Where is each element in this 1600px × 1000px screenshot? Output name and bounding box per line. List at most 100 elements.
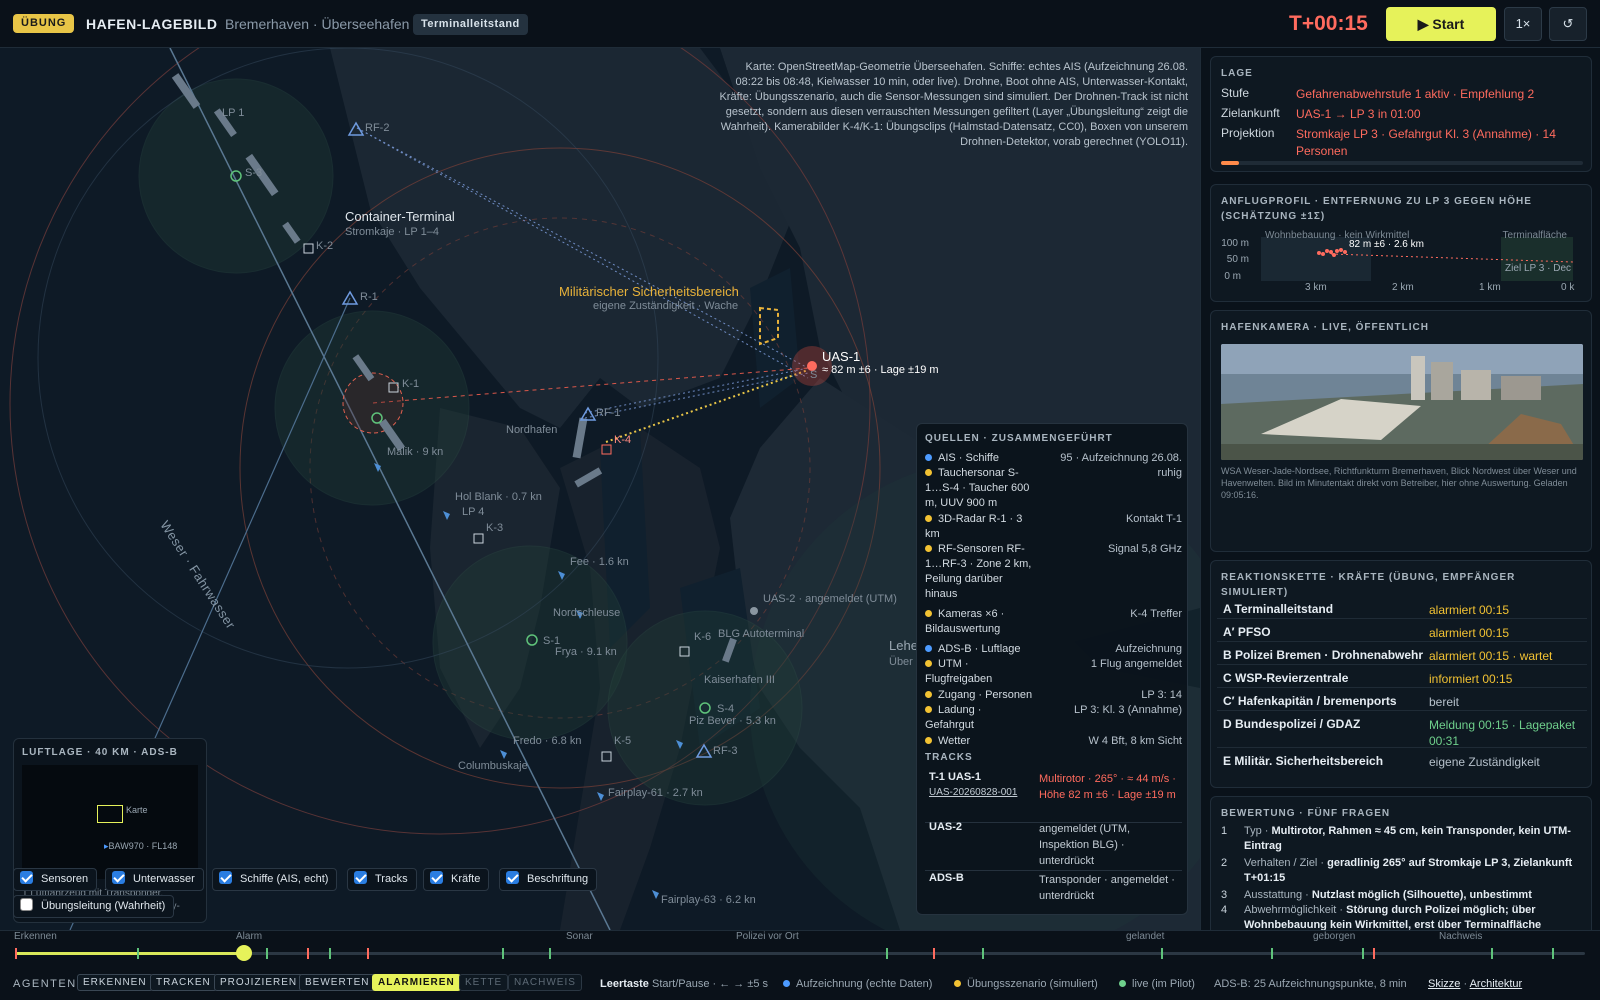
timeline-event-tick[interactable]: [548, 948, 551, 959]
timeline-alert-tick[interactable]: [933, 948, 936, 959]
checkbox-icon[interactable]: [219, 871, 232, 884]
checkbox-icon[interactable]: [20, 871, 33, 884]
link-architektur[interactable]: Architektur: [1470, 978, 1523, 990]
timeline-alert-tick[interactable]: [307, 948, 310, 959]
k2-label: K-2: [316, 240, 334, 252]
chain-row: B Polizei Bremen · Drohnenabwehr alarmier…: [1217, 642, 1587, 665]
track-row[interactable]: ADS-B Transponder · angemeldet · unterdrü…: [925, 872, 1182, 912]
rf1-label: RF-1: [596, 407, 621, 419]
ship[interactable]: [572, 417, 588, 459]
timeline-event-tick[interactable]: [266, 948, 269, 959]
timeline-event-tick[interactable]: [1490, 948, 1493, 959]
chain-status: alarmiert 00:15 · wartet: [1429, 649, 1553, 663]
chain-status: Meldung 00:15 · Lagepaket 00:31: [1429, 718, 1576, 748]
layer-toggle-uebungsleitung[interactable]: Übungsleitung (Wahrheit): [13, 895, 175, 918]
profile-target: Ziel LP 3 · Dec: [1505, 263, 1571, 274]
track-row[interactable]: UAS-2 angemeldet (UTM, Inspektion BLG) · …: [925, 821, 1182, 871]
ship-fee-label: Fee · 1.6 kn: [570, 556, 629, 568]
lehe-label: Lehe: [889, 638, 918, 653]
kaiserhafen-label: Kaiserhafen III: [704, 674, 775, 686]
s5-label: S: [810, 369, 818, 381]
checkbox-icon[interactable]: [506, 871, 519, 884]
ship-holblank-label: Hol Blank · 0.7 kn: [455, 491, 542, 503]
role-badge[interactable]: Terminalleitstand: [413, 14, 528, 35]
profile-readout: 82 m ±6 · 2.6 km: [1349, 239, 1424, 250]
timeline-event-tick[interactable]: [1362, 948, 1365, 959]
uas2-marker[interactable]: [750, 607, 758, 615]
agent-button-projizieren[interactable]: PROJIZIEREN: [214, 974, 304, 991]
uas1-label[interactable]: UAS-1: [822, 349, 860, 364]
harbor-camera-image[interactable]: [1221, 344, 1583, 460]
x-tick-3km: 3 km: [1305, 282, 1327, 293]
agent-button-erkennen[interactable]: ERKENNEN: [77, 974, 153, 991]
track-uid[interactable]: UAS-20260828-001: [929, 787, 1017, 798]
layer-toggle-unterwasser[interactable]: Unterwasser: [105, 868, 204, 891]
lage-value-stufe: Gefahrenabwehrstufe 1 aktiv · Empfehlung…: [1296, 87, 1535, 101]
ship-fredo[interactable]: [500, 750, 507, 759]
y-tick-0: 0 m: [1224, 271, 1241, 282]
timeline-event-tick[interactable]: [982, 948, 985, 959]
mil-area-sub: eigene Zuständigkeit · Wache: [593, 300, 739, 312]
source-name: Ladung · Gefahrgut: [925, 704, 982, 731]
layer-toggle-sensoren[interactable]: Sensoren: [13, 868, 98, 891]
ship-fairplay63[interactable]: [652, 890, 659, 899]
checkbox-icon[interactable]: [430, 871, 443, 884]
timeline-alert-tick[interactable]: [366, 948, 369, 959]
uas1-detail: ≈ 82 m ±6 · Lage ±19 m: [822, 364, 939, 376]
airspace-minimap[interactable]: Karte ▸BAW970 · FL148: [22, 765, 198, 879]
layer-toggle-beschriftung[interactable]: Beschriftung: [499, 868, 598, 891]
track-id: ADS-B: [929, 872, 964, 884]
timeline-event-tick[interactable]: [501, 948, 504, 959]
zone-terminal-label: Terminalfläche: [1503, 230, 1568, 241]
timeline-label-erkennen: Erkennen: [14, 931, 57, 942]
checkbox-icon[interactable]: [354, 871, 367, 884]
container-terminal-label: Container-Terminal: [345, 209, 455, 224]
timeline-label-polizei: Polizei vor Ort: [736, 931, 799, 942]
timeline-alert-tick[interactable]: [1373, 948, 1376, 959]
chain-status: alarmiert 00:15: [1429, 626, 1510, 640]
timeline-event-tick[interactable]: [886, 948, 889, 959]
speed-button[interactable]: 1×: [1504, 7, 1542, 41]
timeline-alert-tick[interactable]: [15, 948, 17, 959]
timeline-track[interactable]: [15, 945, 1585, 961]
flight-label[interactable]: ▸BAW970 · FL148: [104, 841, 177, 852]
ship-pizbever-label: Piz Bever · 5.3 kn: [689, 715, 776, 727]
x-tick-0km: 0 k: [1561, 282, 1575, 293]
agent-button-kette[interactable]: KETTE: [459, 974, 509, 991]
start-button[interactable]: ▶ Start: [1386, 7, 1496, 41]
lage-title: LAGE: [1221, 68, 1253, 79]
link-skizze[interactable]: Skizze: [1428, 978, 1460, 990]
timeline-event-tick[interactable]: [1271, 948, 1273, 959]
layer-toggle-schiffe[interactable]: Schiffe (AIS, echt): [212, 868, 338, 891]
agent-button-nachweis[interactable]: NACHWEIS: [508, 974, 582, 991]
timeline-scrubber[interactable]: [236, 945, 253, 961]
dot-icon: [925, 454, 932, 461]
source-name: RF-Sensoren RF-1…RF-3 · Zone 2 km, Peilu…: [925, 543, 1032, 600]
layer-toggle-kraefte[interactable]: Kräfte: [423, 868, 490, 891]
source-name: Tauchersonar S-1…S-4 · Taucher 600 m, UU…: [925, 467, 1030, 509]
timeline-event-tick[interactable]: [137, 948, 140, 959]
agent-button-bewerten[interactable]: BEWERTEN: [299, 974, 376, 991]
timeline-event-tick[interactable]: [1552, 948, 1555, 959]
timeline-event-tick[interactable]: [1161, 948, 1164, 959]
timeline-label-sonar: Sonar: [566, 931, 593, 942]
checkbox-icon[interactable]: [112, 871, 125, 884]
y-tick-100: 100 m: [1221, 238, 1249, 249]
k2-camera-icon[interactable]: [303, 243, 314, 254]
chain-card: REAKTIONSKETTE · KRÄFTE (ÜBUNG, EMPFÄNGE…: [1210, 560, 1592, 788]
agent-button-alarmieren[interactable]: ALARMIEREN: [372, 974, 461, 991]
track-row[interactable]: T-1 UAS-1 UAS-20260828-001 Multirotor · 26…: [925, 771, 1182, 823]
layer-toggle-tracks[interactable]: Tracks: [347, 868, 417, 891]
chain-row: D Bundespolizei / GDAZ Meldung 00:15 · La…: [1217, 711, 1587, 748]
uas2-label[interactable]: UAS-2 · angemeldet (UTM): [763, 593, 897, 605]
chain-row: C′ Hafenkapitän / bremenports bereit: [1217, 688, 1587, 711]
lage-card: LAGE Stufe Gefahrenabwehrstufe 1 aktiv ·…: [1210, 56, 1592, 172]
chain-status: informiert 00:15: [1429, 672, 1513, 686]
dot-icon: [925, 645, 932, 652]
agent-button-tracken[interactable]: TRACKEN: [150, 974, 217, 991]
reset-button[interactable]: ↺: [1549, 7, 1587, 41]
timeline-event-tick[interactable]: [329, 948, 331, 959]
checkbox-icon[interactable]: [20, 898, 33, 911]
map-extent-label: Karte: [126, 805, 148, 815]
rf1-sensor-icon[interactable]: [579, 406, 597, 421]
